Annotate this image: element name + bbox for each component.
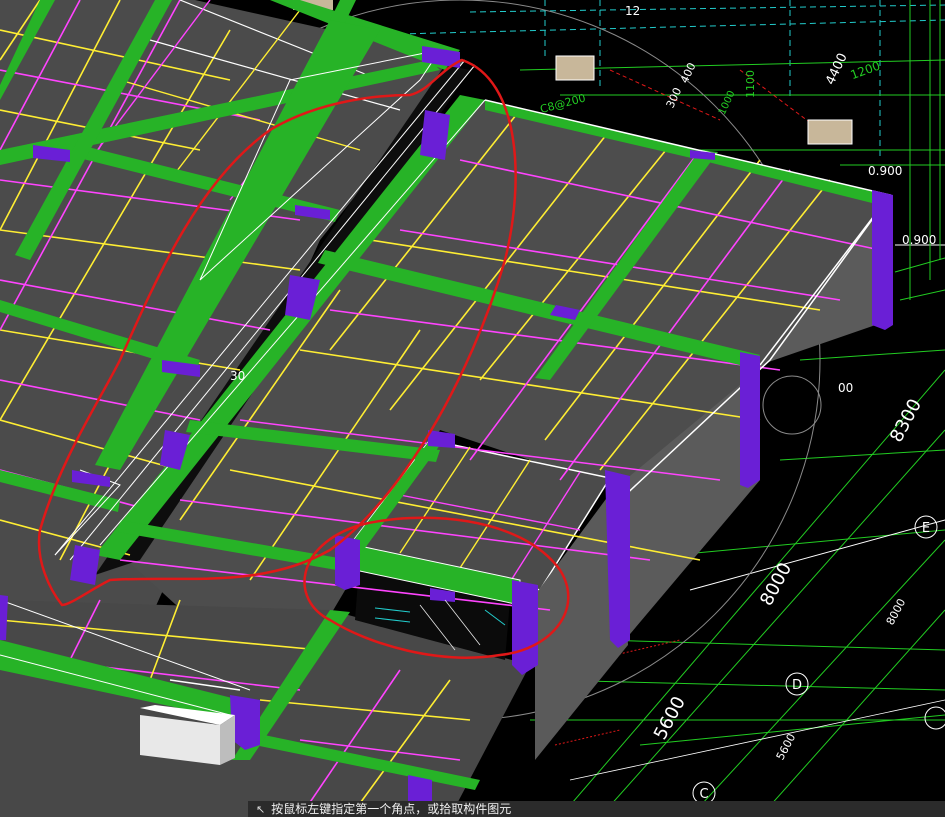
dim-00: 00	[838, 381, 853, 395]
dim-4400: 4400	[823, 51, 851, 87]
svg-text:C: C	[699, 787, 708, 802]
dim-400: 400	[678, 61, 699, 86]
axis-bubble-d: D	[785, 672, 809, 696]
dim-8000-b: 8000	[884, 596, 909, 627]
dim-5600: 5600	[650, 693, 690, 743]
svg-text:E: E	[922, 521, 930, 536]
cursor-icon: ↖	[256, 803, 266, 816]
axis-label-top: 12	[625, 4, 640, 18]
command-prompt-text: 按鼠标左键指定第一个角点，或拾取构件图元	[271, 802, 512, 816]
dim-8000: 8000	[756, 559, 796, 609]
axis-bubble-partial	[924, 706, 945, 730]
bg-column-symbol	[555, 55, 595, 81]
level-0900-b: 0.900	[902, 233, 936, 247]
dim-1100: 1100	[744, 70, 757, 98]
bg-column-symbol	[807, 119, 853, 145]
level-0900-a: 0.900	[868, 164, 902, 178]
dim-8300: 8300	[886, 396, 926, 446]
svg-text:D: D	[792, 678, 802, 693]
3d-scene[interactable]: 8300 8000 5600 4400 12 00 1100 300 400 80…	[0, 0, 945, 817]
dim-300: 300	[664, 86, 685, 111]
slab-number: 30	[230, 369, 245, 383]
command-prompt-bar: ↖ 按鼠标左键指定第一个角点，或拾取构件图元	[248, 801, 945, 817]
beam-label-b: 1000	[717, 89, 738, 117]
model-viewport[interactable]: 8300 8000 5600 4400 12 00 1100 300 400 80…	[0, 0, 945, 817]
